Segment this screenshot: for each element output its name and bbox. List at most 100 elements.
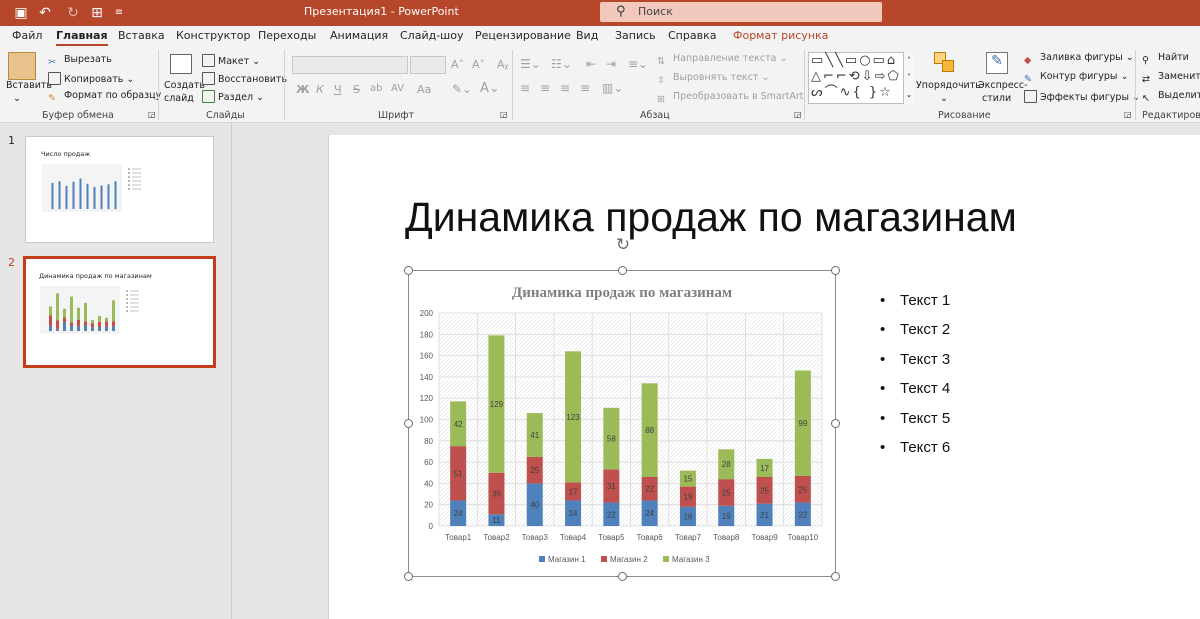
paste-button[interactable]: Вставить xyxy=(6,80,52,91)
smartart-button[interactable]: ⊞Преобразовать в SmartArt ⌄ xyxy=(657,91,814,107)
resize-handle[interactable] xyxy=(831,419,840,428)
redo-icon[interactable]: ↻ xyxy=(64,4,82,22)
format-painter-button[interactable]: ✎ Формат по образцу xyxy=(48,90,161,106)
find-button[interactable]: ⚲ Найти xyxy=(1142,52,1189,68)
align-right-icon[interactable]: ≡ xyxy=(560,81,570,95)
increase-indent-icon[interactable]: ⇥ xyxy=(606,57,616,71)
decrease-indent-icon[interactable]: ⇤ xyxy=(586,57,596,71)
tab-help[interactable]: Справка xyxy=(668,29,716,42)
font-group-label: Шрифт xyxy=(378,110,415,121)
justify-icon[interactable]: ≡ xyxy=(580,81,590,95)
resize-handle[interactable] xyxy=(831,572,840,581)
thumbnail-bar xyxy=(49,306,52,316)
text-direction-button[interactable]: ⇅ Направление текста ⌄ xyxy=(657,53,787,69)
tab-slideshow[interactable]: Слайд-шоу xyxy=(400,29,463,42)
replace-button[interactable]: ⇄ Заменить xyxy=(1142,71,1200,87)
resize-handle[interactable] xyxy=(404,266,413,275)
shape-fill-button[interactable]: ◆ Заливка фигуры ⌄ xyxy=(1024,52,1134,68)
presentation-icon[interactable]: ⊞ xyxy=(88,4,106,22)
chart-object[interactable]: Динамика продаж по магазинам 0 20 40 60 80 10… xyxy=(408,270,836,577)
data-label: 24 xyxy=(454,509,463,518)
italic-button[interactable]: К xyxy=(316,83,324,96)
strikethrough-button[interactable]: S xyxy=(353,83,360,96)
resize-handle[interactable] xyxy=(618,266,627,275)
resize-handle[interactable] xyxy=(618,572,627,581)
thumbnail-title: Число продаж xyxy=(41,150,91,158)
tab-home[interactable]: Главная xyxy=(56,29,108,46)
new-slide-icon[interactable] xyxy=(170,54,192,74)
shadow-button[interactable]: ab xyxy=(370,83,382,94)
search-box[interactable]: ⚲ Поиск xyxy=(600,2,882,22)
slide-thumbnail-1[interactable]: Число продаж xyxy=(25,136,214,243)
layout-button[interactable]: Макет ⌄ xyxy=(202,54,260,67)
thumbnail-bar xyxy=(91,323,94,328)
underline-button[interactable]: Ч xyxy=(334,83,342,96)
reset-button[interactable]: Восстановить xyxy=(202,72,287,85)
arrange-icon[interactable] xyxy=(934,52,954,74)
highlight-icon[interactable]: ✎⌄ xyxy=(452,82,472,96)
tab-picture-format[interactable]: Формат рисунка xyxy=(733,29,828,42)
line-spacing-icon[interactable]: ≡⌄ xyxy=(628,57,648,71)
shapes-gallery-scroll[interactable]: ˄ ˅ ⌄ xyxy=(903,52,914,104)
shapes-gallery[interactable]: ▭╲╲▭○▭⌂ △⌐⌐⟲⇩⇨⬠ ᔕ⌒∿{ }☆ xyxy=(808,52,914,104)
customize-toolbar-icon[interactable]: ≡ xyxy=(110,4,128,22)
thumbnail-chart xyxy=(42,164,141,212)
quick-styles-line1[interactable]: Экспресс- xyxy=(978,80,1028,91)
resize-handle[interactable] xyxy=(404,572,413,581)
divider xyxy=(158,50,159,120)
thumbnail-bar xyxy=(49,325,52,331)
tab-review[interactable]: Рецензирование xyxy=(475,29,571,42)
rotate-handle-icon[interactable]: ↻ xyxy=(613,235,633,255)
columns-icon[interactable]: ▥⌄ xyxy=(602,81,623,95)
new-slide-button-line2[interactable]: слайд xyxy=(164,93,194,104)
char-spacing-button[interactable]: AV xyxy=(391,83,404,94)
font-size-dropdown[interactable] xyxy=(410,56,446,74)
new-slide-button-line1[interactable]: Создать xyxy=(164,80,205,91)
tab-animations[interactable]: Анимация xyxy=(330,29,388,42)
select-button[interactable]: ↖ Выделить xyxy=(1142,90,1200,106)
align-text-button[interactable]: ⇳ Выровнять текст ⌄ xyxy=(657,72,769,88)
section-button[interactable]: Раздел ⌄ xyxy=(202,90,264,103)
undo-icon[interactable]: ↶ xyxy=(36,4,54,22)
quick-styles-line2[interactable]: стили xyxy=(982,93,1011,104)
thumbnail-bar xyxy=(84,325,87,331)
resize-handle[interactable] xyxy=(404,419,413,428)
numbering-icon[interactable]: ☷⌄ xyxy=(551,57,572,71)
font-color-icon[interactable]: A⌄ xyxy=(480,81,500,96)
drawing-launcher-icon[interactable]: ◲ xyxy=(1124,110,1132,119)
clipboard-launcher-icon[interactable]: ◲ xyxy=(148,110,156,119)
shape-effects-button[interactable]: Эффекты фигуры ⌄ xyxy=(1024,90,1140,103)
change-case-button[interactable]: Aa xyxy=(417,83,431,96)
tab-design[interactable]: Конструктор xyxy=(176,29,250,42)
paragraph-launcher-icon[interactable]: ◲ xyxy=(794,110,802,119)
clear-formatting-icon[interactable]: Aᵪ xyxy=(497,58,509,71)
shape-outline-button[interactable]: ✎ Контур фигуры ⌄ xyxy=(1024,71,1128,87)
paste-icon[interactable] xyxy=(8,52,36,80)
bullets-icon[interactable]: ☰⌄ xyxy=(520,57,541,71)
tab-record[interactable]: Запись xyxy=(615,29,656,42)
paste-dropdown-icon[interactable]: ⌄ xyxy=(13,93,21,104)
save-icon[interactable]: ▣ xyxy=(12,4,30,22)
align-center-icon[interactable]: ≡ xyxy=(540,81,550,95)
slide-thumbnail-2[interactable]: Динамика продаж по магазинам xyxy=(23,256,216,368)
tab-insert[interactable]: Вставка xyxy=(118,29,165,42)
thumbnail-bar xyxy=(91,320,94,324)
font-launcher-icon[interactable]: ◲ xyxy=(500,110,508,119)
thumbnail-bar xyxy=(77,326,80,331)
quick-styles-icon[interactable]: ✎ xyxy=(986,52,1008,74)
grow-font-icon[interactable]: A˄ xyxy=(451,58,464,71)
slide-title[interactable]: Динамика продаж по магазинам xyxy=(405,194,1017,241)
copy-button[interactable]: Копировать ⌄ xyxy=(48,72,134,85)
arrange-dropdown-icon[interactable]: ⌄ xyxy=(940,93,948,104)
resize-handle[interactable] xyxy=(831,266,840,275)
bold-button[interactable]: Ж xyxy=(296,83,309,96)
bullet-list[interactable]: Текст 1 Текст 2 Текст 3 Текст 4 Текст 5 … xyxy=(880,292,950,468)
tab-transitions[interactable]: Переходы xyxy=(258,29,316,42)
arrange-button[interactable]: Упорядочить xyxy=(916,80,981,91)
cut-button[interactable]: ✂ Вырезать xyxy=(48,54,112,70)
shrink-font-icon[interactable]: A˅ xyxy=(472,58,485,71)
font-family-dropdown[interactable] xyxy=(292,56,408,74)
align-left-icon[interactable]: ≡ xyxy=(520,81,530,95)
tab-file[interactable]: Файл xyxy=(12,29,42,42)
tab-view[interactable]: Вид xyxy=(576,29,598,42)
